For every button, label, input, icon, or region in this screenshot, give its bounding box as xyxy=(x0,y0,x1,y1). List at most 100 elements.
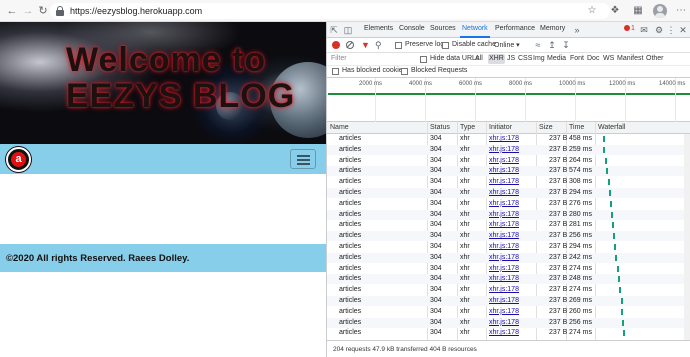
search-icon[interactable]: ⚲ xyxy=(375,39,382,51)
request-row[interactable]: articles 304 xhr xhr.js:178 237 B 458 ms xyxy=(327,134,690,144)
preserve-log-checkbox[interactable] xyxy=(395,42,402,49)
request-initiator[interactable]: xhr.js:178 xyxy=(489,167,519,175)
import-icon[interactable]: ↥ xyxy=(546,39,558,51)
request-row[interactable]: articles 304 xhr xhr.js:178 237 B 294 ms xyxy=(327,242,690,252)
column-header-initiator[interactable]: Initiator xyxy=(489,124,512,131)
request-initiator[interactable]: xhr.js:178 xyxy=(489,243,519,251)
profile-avatar[interactable] xyxy=(653,4,667,18)
request-row[interactable]: articles 304 xhr xhr.js:178 237 B 256 ms xyxy=(327,231,690,242)
column-header-status[interactable]: Status xyxy=(430,124,450,131)
filter-input[interactable]: Filter xyxy=(331,55,347,62)
request-initiator[interactable]: xhr.js:178 xyxy=(489,254,519,262)
request-row[interactable]: articles 304 xhr xhr.js:178 237 B 574 ms xyxy=(327,166,690,177)
extensions-icon[interactable]: ▦ xyxy=(630,3,646,19)
request-initiator[interactable]: xhr.js:178 xyxy=(489,308,519,316)
forward-arrow-icon[interactable]: → xyxy=(20,3,36,19)
tab-console[interactable]: Console xyxy=(399,25,425,32)
request-initiator[interactable]: xhr.js:178 xyxy=(489,329,519,337)
lock-icon[interactable] xyxy=(56,6,64,16)
feedback-icon[interactable]: ✉ xyxy=(638,24,650,36)
blocked-requests-checkbox[interactable] xyxy=(401,68,408,75)
hide-data-urls-checkbox[interactable] xyxy=(420,56,427,63)
throttle-select[interactable]: Online ▾ xyxy=(494,41,520,49)
request-row[interactable]: articles 304 xhr xhr.js:178 237 B 280 ms xyxy=(327,209,690,220)
tab-performance[interactable]: Performance xyxy=(495,25,535,32)
request-row[interactable]: articles 304 xhr xhr.js:178 237 B 256 ms xyxy=(327,317,690,328)
timeline-overview[interactable]: 2000 ms 4000 ms 6000 ms 8000 ms 10000 ms 1200… xyxy=(327,78,690,122)
request-row[interactable]: articles 304 xhr xhr.js:178 237 B 274 ms xyxy=(327,264,690,274)
tab-network[interactable]: Network xyxy=(462,25,488,32)
filter-funnel-icon[interactable]: ▼ xyxy=(361,40,370,50)
close-devtools-icon[interactable]: ✕ xyxy=(677,24,689,36)
record-icon[interactable] xyxy=(332,41,340,49)
type-filter-media[interactable]: Media xyxy=(547,55,566,62)
error-badge[interactable]: 1 xyxy=(624,25,635,32)
request-row[interactable]: articles 304 xhr xhr.js:178 237 B 242 ms xyxy=(327,252,690,263)
tab-sources[interactable]: Sources xyxy=(430,25,456,32)
column-header-type[interactable]: Type xyxy=(460,124,475,131)
wifi-icon[interactable]: ≈ xyxy=(532,39,544,51)
type-filter-js[interactable]: JS xyxy=(507,55,515,62)
request-row[interactable]: articles 304 xhr xhr.js:178 237 B 269 ms xyxy=(327,296,690,306)
request-initiator[interactable]: xhr.js:178 xyxy=(489,146,519,154)
request-row[interactable]: articles 304 xhr xhr.js:178 237 B 294 ms xyxy=(327,188,690,198)
tab-memory[interactable]: Memory xyxy=(540,25,565,32)
column-header-size[interactable]: Size xyxy=(539,124,553,131)
device-toolbar-icon[interactable]: ◫ xyxy=(342,24,354,36)
column-header-name[interactable]: Name xyxy=(330,124,349,131)
reload-icon[interactable]: ↻ xyxy=(35,3,51,19)
inspect-element-icon[interactable]: ⇱ xyxy=(328,24,340,36)
type-filter-all[interactable]: All xyxy=(475,55,483,62)
request-row[interactable]: articles 304 xhr xhr.js:178 237 B 259 ms xyxy=(327,144,690,155)
requests-scrollbar[interactable] xyxy=(684,134,690,340)
tab-elements[interactable]: Elements xyxy=(364,25,393,32)
star-icon[interactable]: ☆ xyxy=(584,3,600,19)
request-initiator[interactable]: xhr.js:178 xyxy=(489,135,519,143)
settings-gear-icon[interactable]: ⚙ xyxy=(653,24,665,36)
type-filter-xhr[interactable]: XHR xyxy=(488,54,505,64)
request-initiator[interactable]: xhr.js:178 xyxy=(489,157,519,165)
type-filter-doc[interactable]: Doc xyxy=(587,55,599,62)
request-initiator[interactable]: xhr.js:178 xyxy=(489,275,519,283)
more-tabs-icon[interactable]: » xyxy=(571,24,583,36)
type-filter-css[interactable]: CSS xyxy=(518,55,532,62)
type-filter-other[interactable]: Other xyxy=(646,55,664,62)
address-bar[interactable]: https://eezysblog.herokuapp.com xyxy=(50,3,610,19)
back-arrow-icon[interactable]: ← xyxy=(4,3,20,19)
request-initiator[interactable]: xhr.js:178 xyxy=(489,221,519,229)
request-row[interactable]: articles 304 xhr xhr.js:178 237 B 308 ms xyxy=(327,177,690,187)
request-name: articles xyxy=(339,167,362,175)
type-filter-img[interactable]: Img xyxy=(533,55,545,62)
more-menu-icon[interactable]: ⋯ xyxy=(673,3,689,19)
request-initiator[interactable]: xhr.js:178 xyxy=(489,178,519,186)
request-row[interactable]: articles 304 xhr xhr.js:178 237 B 276 ms xyxy=(327,199,690,209)
request-initiator[interactable]: xhr.js:178 xyxy=(489,189,519,197)
column-header-waterfall[interactable]: Waterfall xyxy=(598,124,625,131)
request-initiator[interactable]: xhr.js:178 xyxy=(489,265,519,273)
export-icon[interactable]: ↧ xyxy=(560,39,572,51)
has-blocked-cookies-checkbox[interactable] xyxy=(332,68,339,75)
type-filter-manifest[interactable]: Manifest xyxy=(617,55,643,62)
request-row[interactable]: articles 304 xhr xhr.js:178 237 B 274 ms xyxy=(327,285,690,295)
request-row[interactable]: articles 304 xhr xhr.js:178 237 B 274 ms xyxy=(327,328,690,338)
site-logo[interactable]: a xyxy=(6,147,31,172)
request-row[interactable]: articles 304 xhr xhr.js:178 237 B 281 ms xyxy=(327,220,690,230)
request-initiator[interactable]: xhr.js:178 xyxy=(489,319,519,327)
type-filter-ws[interactable]: WS xyxy=(603,55,614,62)
request-initiator[interactable]: xhr.js:178 xyxy=(489,232,519,240)
request-row[interactable]: articles 304 xhr xhr.js:178 237 B 264 ms xyxy=(327,156,690,166)
request-row[interactable]: articles 304 xhr xhr.js:178 237 B 248 ms xyxy=(327,274,690,285)
request-initiator[interactable]: xhr.js:178 xyxy=(489,200,519,208)
clear-icon[interactable] xyxy=(346,41,354,49)
devtools-menu-icon[interactable]: ⋮ xyxy=(665,24,677,36)
type-filter-font[interactable]: Font xyxy=(570,55,584,62)
collections-icon[interactable]: ❖ xyxy=(607,3,623,19)
request-initiator[interactable]: xhr.js:178 xyxy=(489,286,519,294)
column-header-time[interactable]: Time xyxy=(569,124,584,131)
url-text[interactable]: https://eezysblog.herokuapp.com xyxy=(70,5,202,17)
disable-cache-checkbox[interactable] xyxy=(442,42,449,49)
request-initiator[interactable]: xhr.js:178 xyxy=(489,297,519,305)
request-row[interactable]: articles 304 xhr xhr.js:178 237 B 260 ms xyxy=(327,307,690,317)
request-initiator[interactable]: xhr.js:178 xyxy=(489,211,519,219)
menu-toggle-button[interactable] xyxy=(290,149,316,169)
